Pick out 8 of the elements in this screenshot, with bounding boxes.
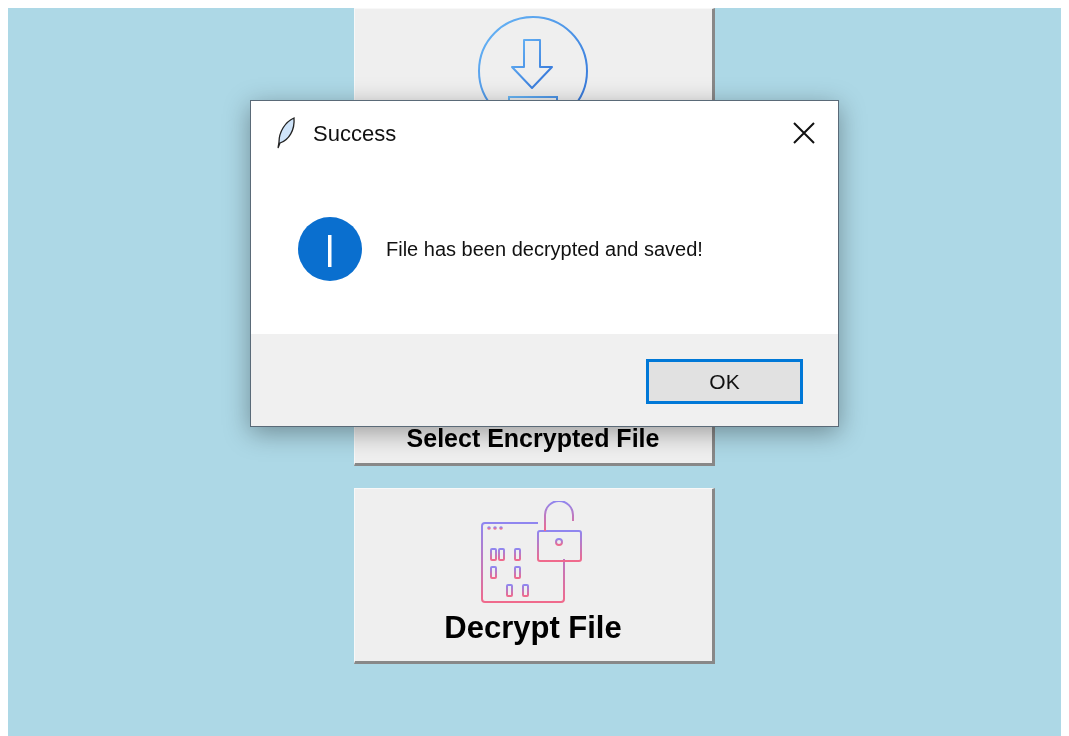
dialog-title: Success bbox=[313, 119, 397, 148]
ok-button[interactable]: OK bbox=[646, 359, 803, 404]
close-icon bbox=[792, 121, 816, 145]
feather-icon bbox=[275, 116, 297, 150]
unlocked-data-icon bbox=[481, 501, 585, 603]
info-icon bbox=[298, 216, 362, 281]
decrypt-file-button[interactable]: Decrypt File bbox=[353, 488, 715, 664]
dialog-message: File has been decrypted and saved! bbox=[386, 236, 703, 262]
